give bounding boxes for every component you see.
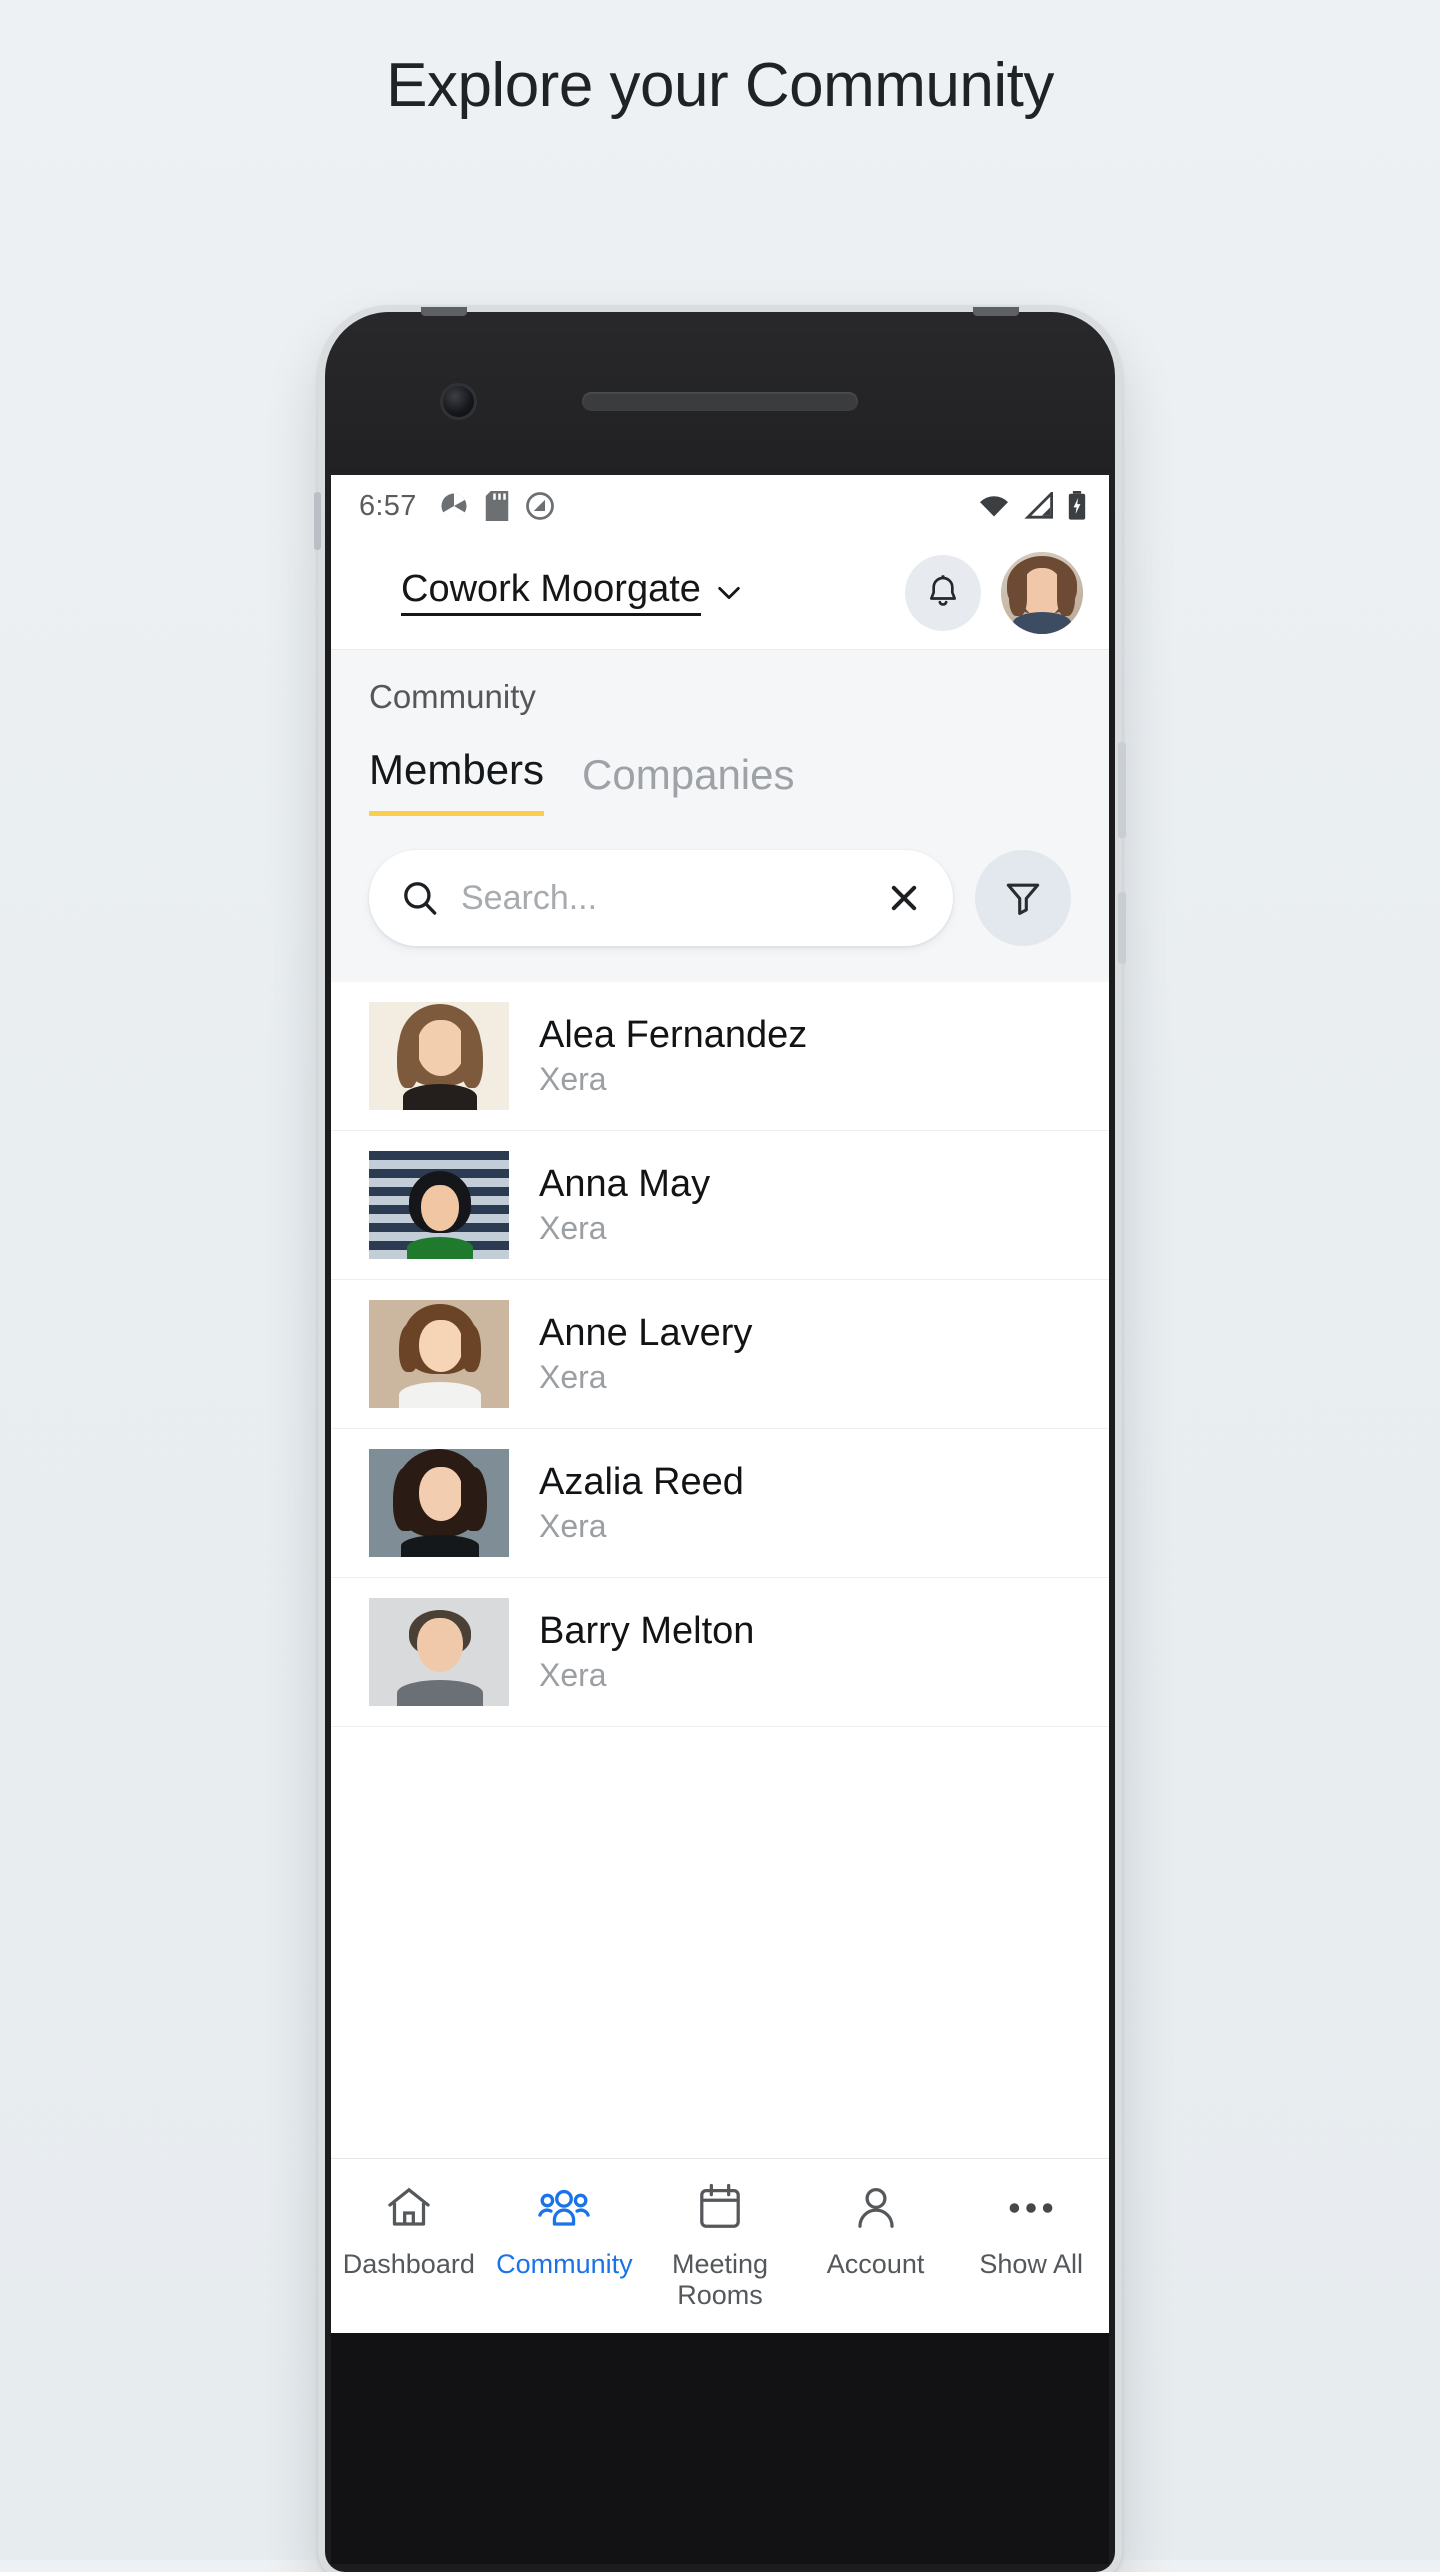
status-right-icons — [977, 491, 1087, 521]
phone-bottom-chin — [331, 2333, 1109, 2564]
nav-item-account[interactable]: Account — [798, 2181, 954, 2280]
venue-name: Cowork Moorgate — [401, 569, 701, 616]
page-title: Explore your Community — [386, 51, 1054, 120]
frame-antenna-left — [421, 307, 467, 316]
avatar[interactable] — [1001, 552, 1083, 634]
people-group-icon — [537, 2181, 591, 2235]
venue-selector[interactable]: Cowork Moorgate — [401, 569, 745, 616]
bottom-navigation: Dashboard Community Meeting Rooms Accoun… — [331, 2158, 1109, 2333]
member-company: Xera — [539, 1657, 607, 1694]
notifications-button[interactable] — [905, 555, 981, 631]
home-icon — [383, 2181, 435, 2235]
member-company: Xera — [539, 1508, 607, 1545]
tabs: Members Companies — [331, 746, 1109, 817]
list-item[interactable]: Anna May Xera — [331, 1131, 1109, 1281]
filter-button[interactable] — [975, 850, 1071, 947]
member-company: Xera — [539, 1061, 607, 1098]
volume-button[interactable] — [1118, 892, 1126, 964]
wifi-icon — [980, 496, 1008, 517]
power-button[interactable] — [1118, 742, 1126, 838]
side-button-left[interactable] — [314, 492, 321, 550]
member-name: Alea Fernandez — [539, 1013, 808, 1056]
member-name: Anna May — [539, 1162, 711, 1205]
list-item[interactable]: Barry Melton Xera — [331, 1578, 1109, 1728]
list-item[interactable]: Anne Lavery Xera — [331, 1280, 1109, 1430]
avatar — [369, 1002, 509, 1111]
app-header: Cowork Moorgate — [331, 537, 1109, 649]
tab-members[interactable]: Members — [369, 746, 545, 817]
member-name: Anne Lavery — [539, 1311, 753, 1354]
search-input[interactable]: Search... — [369, 850, 953, 947]
nav-item-meeting-rooms[interactable]: Meeting Rooms — [642, 2181, 798, 2312]
tab-companies[interactable]: Companies — [582, 751, 794, 816]
status-bar: 6:57 — [331, 475, 1109, 537]
community-subheader: Community Members Companies Search... — [331, 649, 1109, 983]
camera-shutter-icon — [441, 493, 467, 519]
chevron-down-icon — [718, 586, 740, 600]
avatar — [369, 1151, 509, 1260]
avatar — [369, 1449, 509, 1558]
nav-label: Account — [826, 2249, 925, 2279]
list-item[interactable]: Alea Fernandez Xera — [331, 982, 1109, 1132]
nav-item-dashboard[interactable]: Dashboard — [331, 2181, 487, 2280]
phone-screen: 6:57 Cowork Moorgate Community Members C… — [331, 475, 1109, 2333]
nav-label: Dashboard — [342, 2249, 475, 2279]
filter-funnel-icon — [1006, 883, 1040, 915]
nav-label: Show All — [979, 2249, 1083, 2279]
avatar — [369, 1598, 509, 1707]
battery-icon — [1068, 491, 1086, 520]
ellipsis-icon — [1004, 2181, 1058, 2235]
nav-label: Community — [496, 2249, 633, 2279]
member-company: Xera — [539, 1359, 607, 1396]
frame-antenna-right — [973, 307, 1019, 316]
avatar — [369, 1300, 509, 1409]
notification-bell-icon — [930, 575, 956, 606]
nav-item-show-all[interactable]: Show All — [953, 2181, 1109, 2280]
close-icon[interactable] — [883, 877, 925, 919]
front-camera-icon — [443, 386, 474, 417]
hero-banner: Explore your Community — [0, 0, 1440, 120]
member-name: Azalia Reed — [539, 1460, 744, 1503]
phone-mockup: 6:57 Cowork Moorgate Community Members C… — [314, 307, 1126, 2572]
list-item[interactable]: Azalia Reed Xera — [331, 1429, 1109, 1579]
status-left-icons — [439, 491, 555, 521]
sd-card-icon — [485, 491, 508, 521]
calendar-icon — [695, 2181, 745, 2235]
earpiece-speaker — [582, 392, 858, 411]
nav-label: Meeting Rooms — [671, 2249, 769, 2311]
section-label: Community — [369, 678, 536, 715]
search-icon — [404, 882, 437, 915]
status-time: 6:57 — [359, 489, 417, 522]
member-company: Xera — [539, 1210, 607, 1247]
cell-signal-icon — [1024, 492, 1053, 519]
member-name: Barry Melton — [539, 1609, 755, 1652]
search-placeholder: Search... — [461, 878, 598, 917]
search-row: Search... — [331, 816, 1109, 983]
nav-item-community[interactable]: Community — [487, 2181, 643, 2280]
member-list: Alea Fernandez Xera Anna May Xera Anne L… — [331, 982, 1109, 2158]
person-icon — [851, 2181, 901, 2235]
do-not-disturb-icon — [525, 492, 554, 520]
